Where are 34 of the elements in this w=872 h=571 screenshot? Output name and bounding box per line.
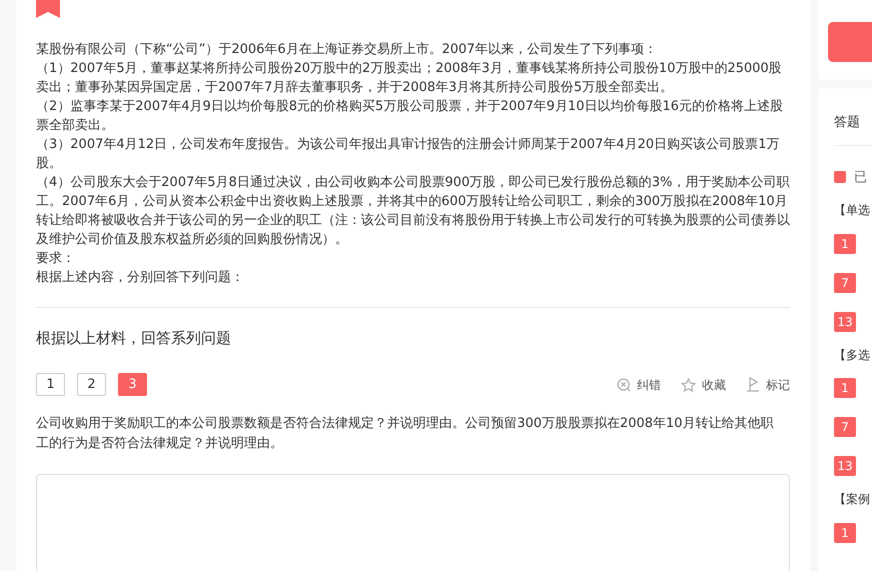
material-paragraph: （3）2007年4月12日，公司发布年度报告。为该公司年报出具审计报告的注册会计师周某于2007年4月20日购买该公司股票1万股。	[36, 136, 780, 173]
flag-icon	[746, 377, 760, 392]
answer-card-title: 答题	[834, 114, 860, 132]
material-paragraph: 要求：	[36, 250, 76, 268]
group-title: 【案例	[834, 491, 870, 507]
material-paragraph: （4）公司股东大会于2007年5月8日通过决议，由公司收购本公司股票900万股，即公司已发行股份总额的3%，用于奖励本公司职工。2007年6月，公司从资本公积金中出资收购上述股票，并将其中的600万股转让给公司职工，剩余的300万股拟在2008年10月转让给即将被吸收合并于该公司的另一企业的职工（注：该公司目前没有将股份用于转换上市公司发行的可转换为股票的公司债券以及维护公司价值及股东权益所必须的回购股份情况）。	[36, 174, 790, 249]
submit-button[interactable]	[828, 22, 872, 62]
close-circle-icon	[617, 378, 631, 392]
question-number[interactable]: 7	[834, 417, 856, 437]
question-number[interactable]: 1	[834, 522, 856, 542]
question-tab[interactable]: 3	[118, 373, 147, 396]
legend-swatch	[834, 171, 846, 184]
question-tab[interactable]: 2	[77, 373, 106, 396]
material-paragraph: （2）监事李某于2007年4月9日以均价每股8元的价格购买5万股公司股票，并于2007年9月10日以均价每股16元的价格将上述股票全部卖出。	[36, 98, 784, 135]
material-paragraph: 某股份有限公司（下称“公司”）于2006年6月在上海证券交易所上市。2007年以来，公司发生了下列事项：	[36, 41, 658, 59]
tool-button[interactable]: 纠错	[617, 376, 661, 394]
question-number[interactable]: 7	[834, 272, 856, 292]
tool-button[interactable]: 收藏	[681, 376, 726, 394]
question-number[interactable]: 1	[834, 378, 856, 398]
tool-button[interactable]: 标记	[746, 376, 790, 394]
material-paragraph: （1）2007年5月，董事赵某将所持公司股份20万股中的2万股卖出；2008年3月，董事钱某将所持公司股份10万股中的25000股卖出；董事孙某因异国定居，于2007年7月辞去董事职务，并于2008年3月将其所持公司股份5万股全部卖出。	[36, 60, 783, 97]
section-title: 根据以上材料，回答系列问题	[36, 328, 231, 349]
group-title: 【单选	[834, 202, 870, 218]
question-number[interactable]: 13	[834, 456, 856, 476]
legend-label: 已	[854, 168, 867, 186]
question-tab[interactable]: 1	[36, 373, 65, 396]
bookmark-icon	[36, 0, 60, 18]
question-number[interactable]: 13	[834, 312, 856, 332]
star-icon	[681, 378, 696, 392]
material-paragraph: 根据上述内容，分别回答下列问题：	[36, 269, 245, 287]
question-text: 公司收购用于奖励职工的本公司股票数额是否符合法律规定？并说明理由。公司预留300万股股票拟在2008年10月转让给其他职工的行为是否符合法律规定？并说明理由。	[36, 415, 774, 453]
answer-field[interactable]	[36, 474, 790, 571]
question-number[interactable]: 1	[834, 234, 856, 254]
group-title: 【多选	[834, 346, 870, 362]
